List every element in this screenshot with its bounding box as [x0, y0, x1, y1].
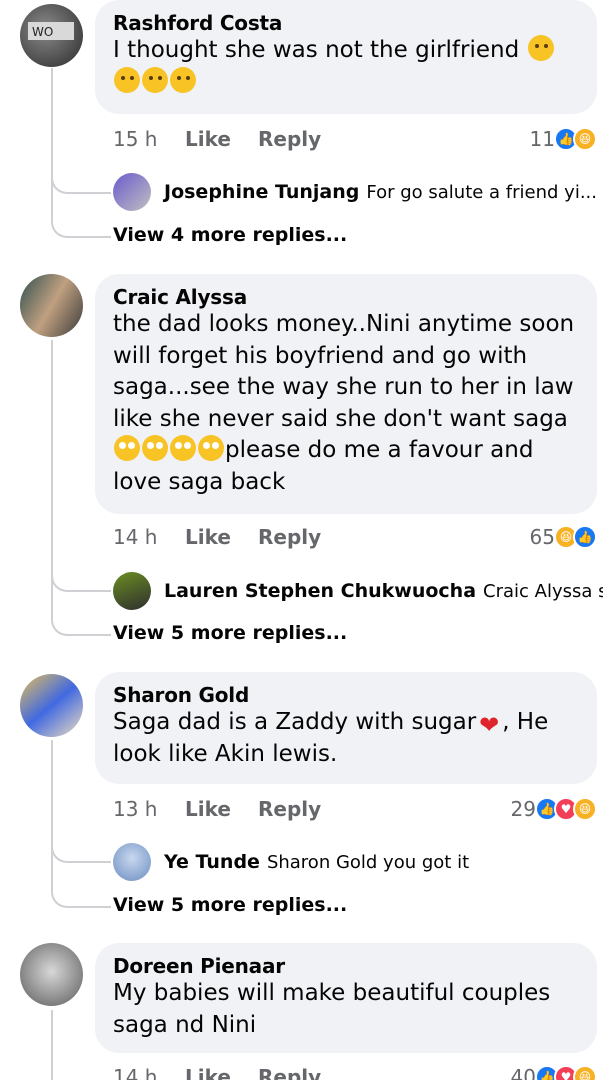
- comment-author[interactable]: Sharon Gold: [113, 683, 579, 707]
- red-heart-icon: ❤: [479, 711, 500, 739]
- comment-author[interactable]: Rashford Costa: [113, 11, 579, 35]
- thread-line: [51, 740, 53, 892]
- comment-bubble: Doreen Pienaar My babies will make beaut…: [95, 943, 597, 1053]
- laughing-face-icon: 😆: [573, 1065, 597, 1080]
- comment-bubble: Craic Alyssa the dad looks money..Nini a…: [95, 274, 597, 514]
- thinking-face-icon: [114, 66, 140, 93]
- comment-actions: 14 h Like Reply 65 😆 👍: [113, 522, 597, 552]
- avatar[interactable]: [20, 674, 83, 737]
- comment-text: I thought she was not the girlfriend: [113, 35, 579, 98]
- avatar[interactable]: [113, 572, 151, 610]
- comment-time: 14 h: [113, 1065, 158, 1080]
- reaction-count: 29: [510, 797, 536, 821]
- eye-roll-face-icon: [142, 435, 168, 461]
- reply-button[interactable]: Reply: [258, 1065, 321, 1080]
- reply-button[interactable]: Reply: [258, 797, 321, 821]
- comment-bubble: Rashford Costa I thought she was not the…: [95, 0, 597, 114]
- comment-actions: 15 h Like Reply 11 👍 😆: [113, 124, 597, 154]
- avatar[interactable]: [20, 274, 83, 337]
- thread-connector: [51, 886, 111, 908]
- thinking-face-icon: [527, 35, 554, 61]
- reply-preview[interactable]: Josephine Tunjang For go salute a friend…: [113, 172, 603, 212]
- reaction-summary[interactable]: 29 👍 ♥ 😆: [511, 797, 597, 821]
- reply-preview[interactable]: Lauren Stephen Chukwuocha Craic Alyssa s…: [113, 571, 603, 611]
- reaction-count: 65: [529, 525, 555, 549]
- comment-text: My babies will make beautiful couples sa…: [113, 980, 551, 1038]
- thread-line: [51, 68, 53, 222]
- reply-author[interactable]: Lauren Stephen Chukwuocha: [164, 580, 476, 602]
- thinking-face-icon: [170, 66, 196, 93]
- laughing-face-icon: 😆: [573, 797, 597, 821]
- thread-connector: [51, 216, 111, 238]
- reply-snippet: Sharon Gold you got it: [266, 851, 470, 873]
- comment-actions: 14 h Like Reply 40 👍 ♥ 😆: [113, 1062, 597, 1080]
- reply-snippet: Craic Alyssa s...: [483, 580, 603, 602]
- avatar[interactable]: [20, 943, 83, 1006]
- comment-author[interactable]: Craic Alyssa: [113, 285, 579, 309]
- thread-line: [51, 1010, 53, 1080]
- comment-text: Saga dad is a Zaddy with sugar ❤, He look…: [113, 709, 549, 767]
- view-more-replies-link[interactable]: View 4 more replies...: [113, 224, 347, 246]
- like-button[interactable]: Like: [185, 1065, 258, 1080]
- reply-author[interactable]: Ye Tunde: [164, 851, 260, 873]
- reply-button[interactable]: Reply: [258, 525, 321, 549]
- thumbs-up-icon: 👍: [573, 525, 597, 549]
- eye-roll-face-icon: [198, 435, 224, 461]
- reply-preview[interactable]: Ye Tunde Sharon Gold you got it: [113, 842, 603, 882]
- reaction-summary[interactable]: 40 👍 ♥ 😆: [511, 1065, 597, 1080]
- comment-time: 14 h: [113, 525, 158, 549]
- comment-time: 13 h: [113, 797, 158, 821]
- view-more-replies-link[interactable]: View 5 more replies...: [113, 622, 347, 644]
- thread-connector: [51, 841, 111, 863]
- like-button[interactable]: Like: [185, 525, 258, 549]
- thread-connector: [51, 614, 111, 636]
- eye-roll-face-icon: [114, 435, 140, 461]
- svg-text:WO: WO: [32, 25, 53, 39]
- like-button[interactable]: Like: [185, 127, 258, 151]
- reaction-summary[interactable]: 65 😆 👍: [530, 525, 597, 549]
- comment-bubble: Sharon Gold Saga dad is a Zaddy with sug…: [95, 672, 597, 784]
- thinking-face-icon: [142, 66, 168, 93]
- reaction-count: 11: [529, 127, 555, 151]
- thread-connector: [51, 570, 111, 592]
- reply-author[interactable]: Josephine Tunjang: [164, 181, 359, 203]
- comment-actions: 13 h Like Reply 29 👍 ♥ 😆: [113, 794, 597, 824]
- comment-time: 15 h: [113, 127, 158, 151]
- eye-roll-face-icon: [170, 435, 196, 461]
- comment-author[interactable]: Doreen Pienaar: [113, 954, 579, 978]
- thread-connector: [51, 172, 111, 194]
- like-button[interactable]: Like: [185, 797, 258, 821]
- avatar[interactable]: [113, 173, 151, 211]
- comment-text: the dad looks money..Nini anytime soon w…: [113, 311, 575, 495]
- reply-snippet: For go salute a friend yi...: [366, 181, 597, 203]
- laughing-face-icon: 😆: [573, 127, 597, 151]
- reaction-summary[interactable]: 11 👍 😆: [530, 127, 597, 151]
- reply-button[interactable]: Reply: [258, 127, 321, 151]
- reaction-count: 40: [510, 1065, 536, 1080]
- avatar[interactable]: [113, 843, 151, 881]
- avatar[interactable]: WO: [20, 4, 83, 67]
- view-more-replies-link[interactable]: View 5 more replies...: [113, 894, 347, 916]
